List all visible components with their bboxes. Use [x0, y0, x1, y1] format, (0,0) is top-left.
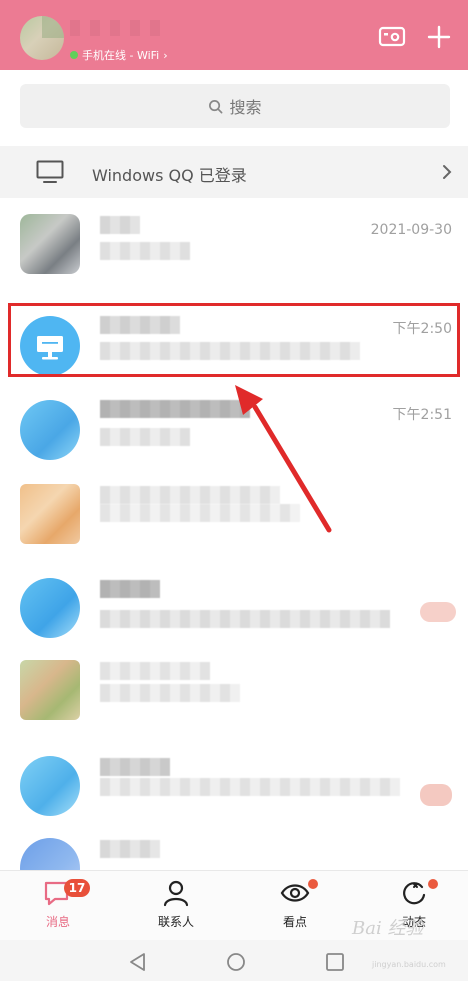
chat-avatar — [20, 660, 80, 720]
chat-time: 2021-09-30 — [370, 222, 452, 238]
search-icon — [209, 99, 223, 113]
annotation-arrow-icon — [235, 385, 332, 533]
chevron-right-icon — [443, 165, 452, 179]
unread-badge: 17 — [64, 879, 90, 897]
chat-preview-blurred — [100, 428, 190, 446]
person-icon — [163, 880, 189, 907]
search-placeholder: 搜索 — [229, 98, 262, 117]
notification-dot — [308, 879, 318, 889]
chat-name-blurred — [100, 662, 210, 680]
watermark-url: jingyan.baidu.com — [372, 960, 446, 969]
chat-list-item[interactable] — [0, 830, 468, 870]
tab-kandian[interactable]: 看点 — [255, 879, 335, 935]
chat-list-item[interactable]: 2021-09-30 — [0, 198, 468, 278]
plus-icon[interactable] — [427, 25, 451, 49]
chat-name-blurred — [100, 840, 160, 858]
chat-time: 下午2:51 — [392, 407, 452, 423]
chat-avatar — [20, 214, 80, 274]
chat-avatar — [20, 484, 80, 544]
device-login-banner[interactable]: Windows QQ 已登录 — [0, 146, 468, 198]
refresh-star-icon — [403, 882, 426, 905]
chat-avatar — [20, 756, 80, 816]
tab-label: 消息 — [45, 915, 70, 929]
chat-avatar — [20, 400, 80, 460]
chat-preview-blurred — [100, 684, 240, 702]
back-icon[interactable] — [128, 952, 148, 972]
chat-name-blurred — [100, 580, 160, 598]
computer-icon — [36, 160, 64, 183]
device-login-label: Windows QQ 已登录 — [92, 166, 247, 185]
user-avatar[interactable] — [20, 16, 64, 60]
tab-contacts[interactable]: 联系人 — [136, 879, 216, 935]
chat-list-item[interactable] — [0, 644, 468, 724]
username-blurred — [70, 20, 162, 36]
chat-avatar — [20, 578, 80, 638]
chat-name-blurred — [100, 216, 140, 234]
chat-avatar — [20, 838, 80, 870]
chevron-right-icon: › — [163, 48, 168, 62]
online-dot-icon — [70, 51, 78, 59]
chat-list-item[interactable] — [0, 562, 468, 642]
eye-icon — [280, 884, 310, 902]
watermark-logo: Bai 经验 — [352, 918, 424, 939]
top-header: 手机在线 - WiFi › — [0, 0, 468, 70]
recents-icon[interactable] — [325, 952, 345, 972]
chat-preview-blurred — [100, 778, 400, 796]
search-input[interactable]: 搜索 — [20, 84, 450, 128]
chat-preview-blurred — [100, 610, 390, 628]
camera-icon[interactable] — [378, 25, 406, 47]
notification-dot — [428, 879, 438, 889]
highlight-box — [8, 303, 460, 377]
chat-list-item[interactable] — [0, 740, 468, 820]
chat-name-blurred — [100, 758, 170, 776]
tab-label: 联系人 — [157, 915, 194, 929]
unread-marker — [420, 602, 456, 622]
tab-label: 看点 — [282, 915, 307, 929]
chat-preview-blurred — [100, 242, 190, 260]
home-icon[interactable] — [226, 952, 246, 972]
unread-marker — [420, 784, 452, 806]
tab-messages[interactable]: 消息 17 — [18, 879, 98, 935]
online-status[interactable]: 手机在线 - WiFi › — [70, 47, 168, 63]
online-status-text: 手机在线 - WiFi — [82, 49, 160, 62]
